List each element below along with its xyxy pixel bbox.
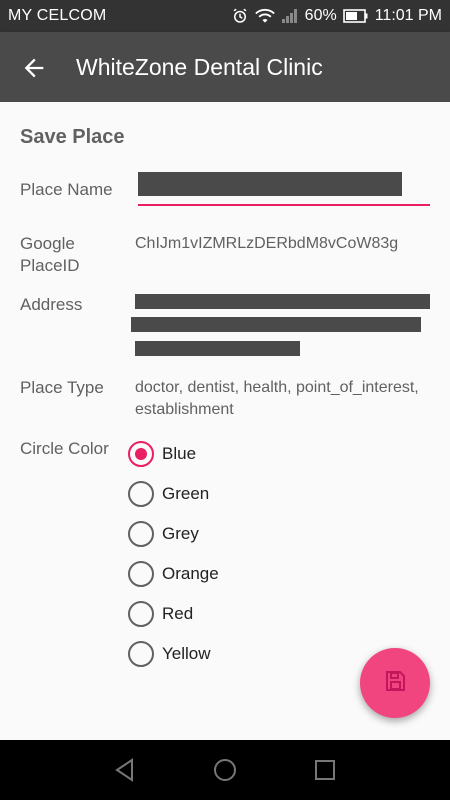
radio-label: Yellow <box>162 644 211 663</box>
radio-red[interactable]: Red <box>128 596 348 632</box>
clock: 11:01 PM <box>374 7 442 24</box>
radio-unchecked-icon <box>128 561 154 587</box>
status-icons: 60% 11:01 PM <box>231 0 442 32</box>
radio-label: Green <box>162 484 210 503</box>
radio-unchecked-icon <box>128 641 154 667</box>
nav-home-icon[interactable] <box>211 756 239 784</box>
radio-orange[interactable]: Orange <box>128 556 348 592</box>
radio-unchecked-icon <box>128 521 154 547</box>
place-id-value: ChIJm1vIZMRLzDERbdM8vCoW83g <box>135 235 399 252</box>
redacted-place-name <box>138 172 402 196</box>
carrier-name: MY CELCOM <box>8 7 107 24</box>
place-name-label: Place Name <box>20 180 113 199</box>
redacted-address-line-2 <box>131 317 421 332</box>
radio-label: Red <box>162 604 194 623</box>
back-arrow-icon[interactable] <box>20 54 48 82</box>
place-type-line-2: establishment <box>135 401 234 418</box>
input-underline <box>138 204 430 206</box>
address-label: Address <box>20 295 83 314</box>
save-icon <box>383 669 407 698</box>
battery-icon <box>342 8 369 24</box>
save-place-form: Save Place Place Name Google PlaceID ChI… <box>0 102 450 740</box>
circle-color-label: Circle Color <box>20 439 109 458</box>
nav-recents-icon[interactable] <box>311 756 339 784</box>
save-button[interactable] <box>360 648 430 718</box>
radio-green[interactable]: Green <box>128 476 348 512</box>
radio-label: Grey <box>162 524 199 543</box>
signal-icon <box>281 8 299 24</box>
app-bar: WhiteZone Dental Clinic <box>0 32 450 102</box>
system-nav-bar <box>0 740 450 800</box>
radio-blue[interactable]: Blue <box>128 436 348 472</box>
radio-unchecked-icon <box>128 481 154 507</box>
status-bar: MY CELCOM 60% 11:01 PM <box>0 0 450 32</box>
alarm-icon <box>231 7 249 25</box>
radio-label: Blue <box>162 444 197 463</box>
nav-back-icon[interactable] <box>111 756 139 784</box>
radio-unchecked-icon <box>128 601 154 627</box>
radio-grey[interactable]: Grey <box>128 516 348 552</box>
radio-label: Orange <box>162 564 219 583</box>
place-name-input[interactable] <box>138 170 430 206</box>
radio-checked-icon <box>128 441 154 467</box>
place-id-label: Google PlaceID <box>20 234 80 275</box>
battery-percent: 60% <box>304 7 337 24</box>
radio-yellow[interactable]: Yellow <box>128 636 348 672</box>
redacted-address-line-3 <box>135 341 300 356</box>
section-title: Save Place <box>20 126 125 148</box>
place-type-label: Place Type <box>20 378 104 397</box>
place-type-line-1: doctor, dentist, health, point_of_intere… <box>135 379 419 396</box>
page-title: WhiteZone Dental Clinic <box>76 54 323 80</box>
wifi-icon <box>254 7 275 25</box>
redacted-address-line-1 <box>135 294 430 309</box>
